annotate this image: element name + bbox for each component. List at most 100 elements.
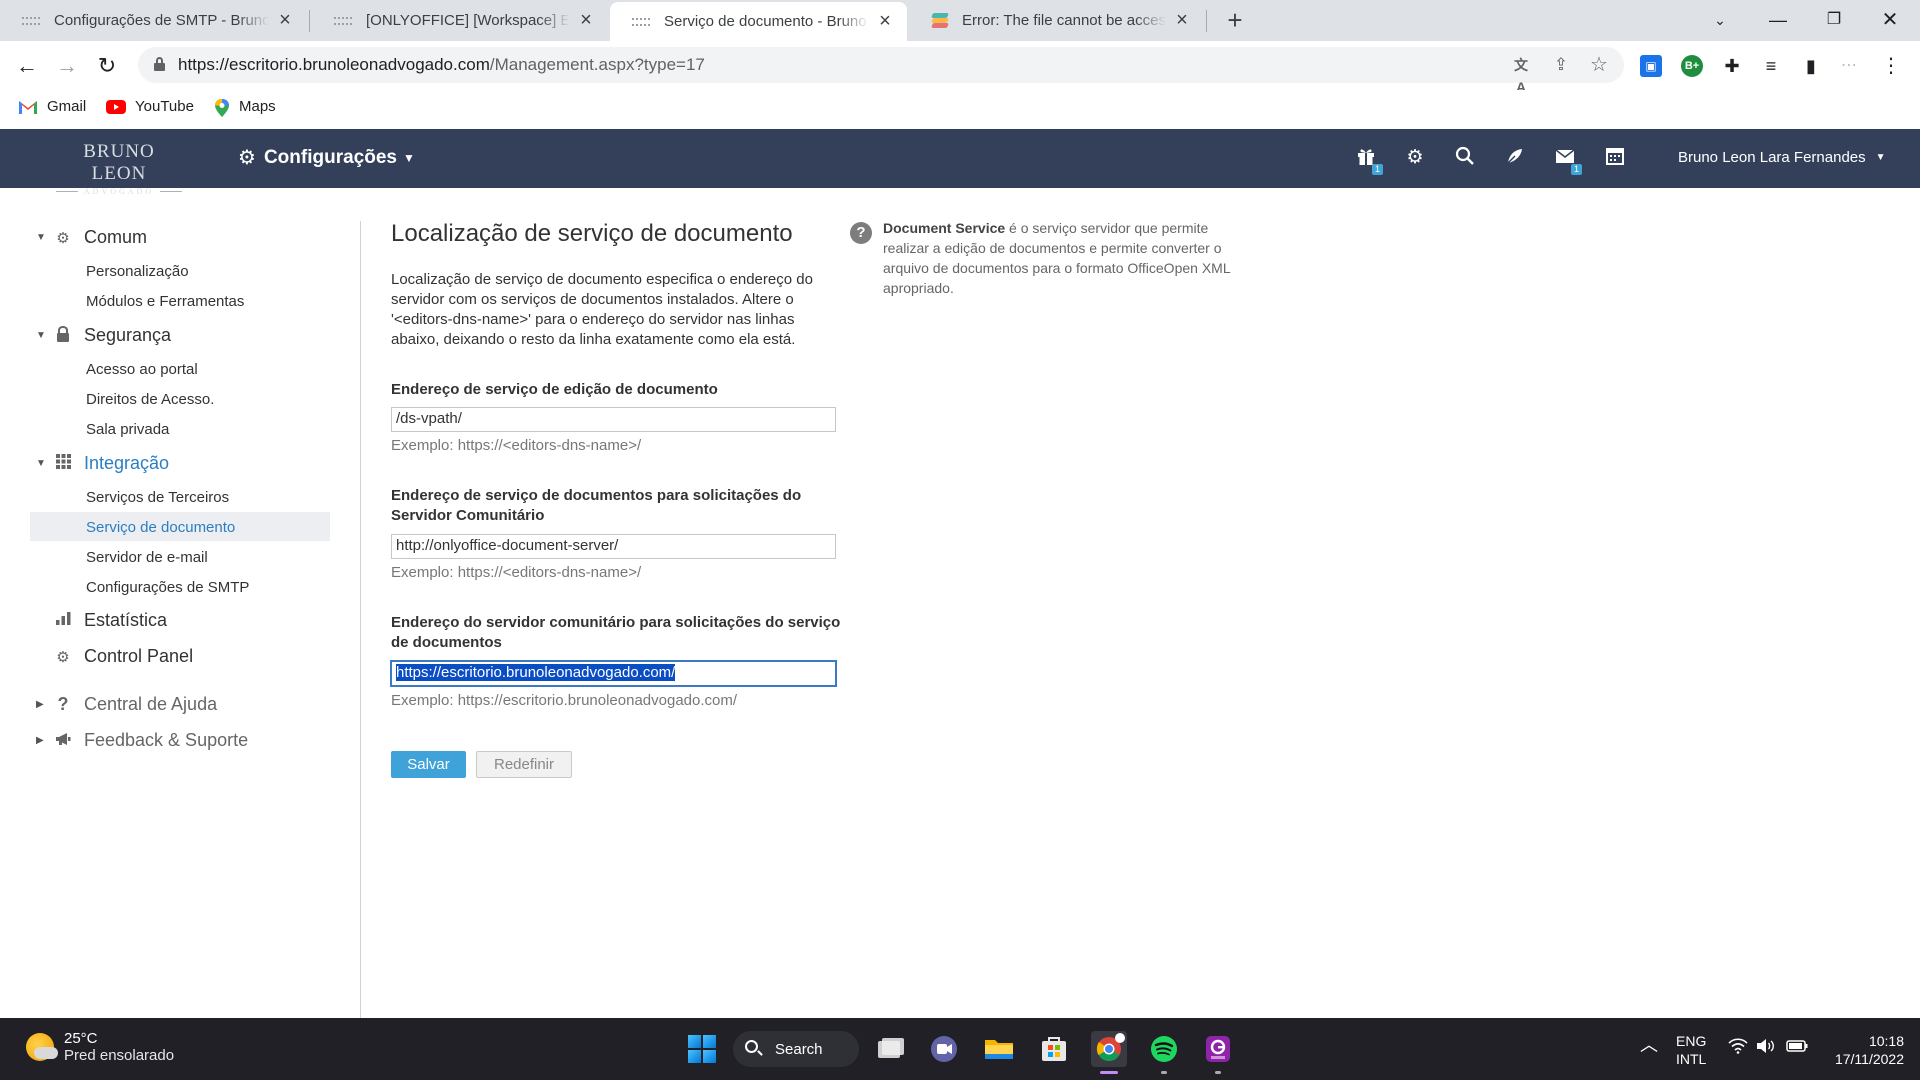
profile-icon[interactable]: ⋯ [1838,55,1860,77]
minimize-icon[interactable]: — [1758,4,1798,36]
expand-arrow-icon: ▼ [36,458,46,469]
tab-file-error[interactable]: Error: The file cannot be accessed × [908,0,1204,41]
forward-icon[interactable]: → [50,49,84,83]
close-icon[interactable]: × [576,9,596,32]
chrome-icon[interactable] [1091,1031,1127,1067]
puzzle-icon[interactable]: ✚ [1721,55,1743,77]
volume-icon[interactable] [1756,1038,1776,1058]
community-server-address-input[interactable]: https://escritorio.brunoleonadvogado.com… [391,661,836,686]
community-requests-address-input[interactable]: http://onlyoffice-document-server/ [391,534,836,559]
bar-chart-icon [54,612,72,629]
edit-service-address-input[interactable]: /ds-vpath/ [391,407,836,432]
logo[interactable]: BRUNO LEON ADVOGADO [56,141,182,196]
community-requests-example: Exemplo: https://<editors-dns-name>/ [391,564,642,581]
media-queue-icon[interactable]: ≡ [1760,55,1782,77]
bookmark-maps[interactable]: Maps [214,98,276,117]
sidebar-item-modulos[interactable]: Módulos e Ferramentas [86,293,244,310]
language-primary: ENG [1676,1033,1707,1049]
share-icon[interactable]: ⇪ [1550,54,1572,76]
expand-arrow-icon: ▼ [36,232,46,243]
field-label-community-requests: Endereço de serviço de documentos para s… [391,487,802,524]
category-label: Estatística [84,610,168,630]
maps-pin-icon [214,98,230,117]
sidebar-item-sala-privada[interactable]: Sala privada [86,421,169,438]
wifi-icon[interactable] [1728,1038,1748,1058]
sidebar-category-estatistica[interactable]: Estatística [36,610,167,631]
bookmark-youtube[interactable]: YouTube [106,98,194,115]
user-menu[interactable]: Bruno Leon Lara Fernandes ▼ [1678,149,1886,166]
extension-b-icon[interactable]: B+ [1681,55,1703,77]
sidebar-category-central-ajuda[interactable]: ▶ ? Central de Ajuda [36,694,217,715]
bookmark-star-icon[interactable]: ☆ [1588,54,1610,76]
tab-onlyoffice-error[interactable]: [ONLYOFFICE] [Workspace] Error: Th × [312,0,608,41]
save-button[interactable]: Salvar [391,751,466,778]
extension-icon[interactable]: ▣ [1640,55,1662,77]
tab-search-icon[interactable]: ⌄ [1700,4,1740,36]
windows-taskbar: 25°C Pred ensolarado Search ︿ ENG INTL 1… [0,1018,1920,1080]
sidebar-item-servico-documento[interactable]: Serviço de documento [86,519,235,536]
weather-widget[interactable]: 25°C Pred ensolarado [26,1030,174,1064]
module-dropdown[interactable]: ⚙ Configurações ▼ [238,145,415,170]
sidebar-item-servidor-email[interactable]: Servidor de e-mail [86,549,208,566]
teams-chat-icon[interactable] [926,1031,962,1067]
sidebar-item-personalizacao[interactable]: Personalização [86,263,189,280]
search-icon[interactable] [1453,146,1477,170]
window-close-icon[interactable]: ✕ [1870,4,1910,36]
gift-icon[interactable]: 1 [1354,146,1383,175]
sidebar-category-seguranca[interactable]: ▼ Segurança [36,325,171,346]
address-bar[interactable]: https://escritorio.brunoleonadvogado.com… [138,47,1624,95]
chevron-down-icon: ▼ [1875,152,1886,163]
restore-icon[interactable]: ❐ [1814,4,1854,36]
weather-temperature: 25°C [64,1030,98,1047]
new-tab-button[interactable]: + [1220,6,1250,36]
sidebar-category-control-panel[interactable]: ⚙ Control Panel [36,646,193,667]
translate-icon[interactable]: 文A [1510,54,1532,95]
side-panel-icon[interactable]: ▮ [1800,55,1822,77]
url-text[interactable]: https://escritorio.brunoleonadvogado.com… [178,55,705,75]
file-explorer-icon[interactable] [981,1031,1017,1067]
sidebar-category-integracao[interactable]: ▼ Integração [36,453,169,474]
user-name: Bruno Leon Lara Fernandes [1678,149,1866,166]
tab-document-service[interactable]: Serviço de documento - Bruno Leon × [610,2,907,41]
close-icon[interactable]: × [1172,9,1192,32]
close-icon[interactable]: × [875,10,895,33]
sidebar-category-comum[interactable]: ▼ ⚙ Comum [36,227,147,248]
sidebar-item-servicos-terceiros[interactable]: Serviços de Terceiros [86,489,229,506]
calendar-icon[interactable] [1603,146,1627,170]
chevron-down-icon: ▼ [402,150,415,165]
tab-title: Error: The file cannot be accessed [962,12,1166,29]
feed-icon[interactable] [1503,146,1527,170]
reload-icon[interactable]: ↻ [90,49,124,83]
category-label: Integração [84,453,170,473]
tray-overflow-icon[interactable]: ︿ [1640,1036,1658,1054]
page-description: Localização de serviço de documento espe… [391,271,813,348]
sidebar-item-direitos[interactable]: Direitos de Acesso. [86,391,214,408]
spotify-icon[interactable] [1146,1031,1182,1067]
logo-subtitle-text: ADVOGADO [83,187,155,196]
tab-smtp[interactable]: Configurações de SMTP - Bruno Leon × [0,0,307,41]
bookmark-gmail[interactable]: Gmail [18,98,86,115]
close-icon[interactable]: × [275,9,295,32]
site-favicon-icon [334,16,352,25]
windows-start-icon[interactable] [684,1031,720,1067]
microsoft-store-icon[interactable] [1036,1031,1072,1067]
language-secondary: INTL [1676,1051,1707,1067]
megaphone-icon [54,732,72,750]
mail-icon[interactable]: 1 [1553,146,1582,175]
language-indicator[interactable]: ENG INTL [1676,1032,1706,1068]
sidebar-item-acesso-portal[interactable]: Acesso ao portal [86,361,198,378]
back-icon[interactable]: ← [10,49,44,83]
more-menu-icon[interactable]: ⋮ [1880,55,1902,77]
bookmark-label: Gmail [47,98,87,115]
sidebar-category-feedback[interactable]: ▶ Feedback & Suporte [36,730,248,751]
community-server-example: Exemplo: https://escritorio.brunoleonadv… [391,692,738,709]
pdf-app-icon[interactable] [1200,1031,1236,1067]
battery-icon[interactable] [1786,1038,1808,1058]
settings-gear-icon[interactable]: ⚙ [1403,146,1427,170]
clock[interactable]: 10:18 17/11/2022 [1822,1032,1904,1068]
url-host: https://escritorio.brunoleonadvogado.com [178,55,490,74]
sidebar-item-smtp[interactable]: Configurações de SMTP [86,579,249,596]
task-view-icon[interactable] [872,1031,908,1067]
taskbar-search[interactable]: Search [733,1031,859,1067]
reset-button[interactable]: Redefinir [476,751,572,778]
